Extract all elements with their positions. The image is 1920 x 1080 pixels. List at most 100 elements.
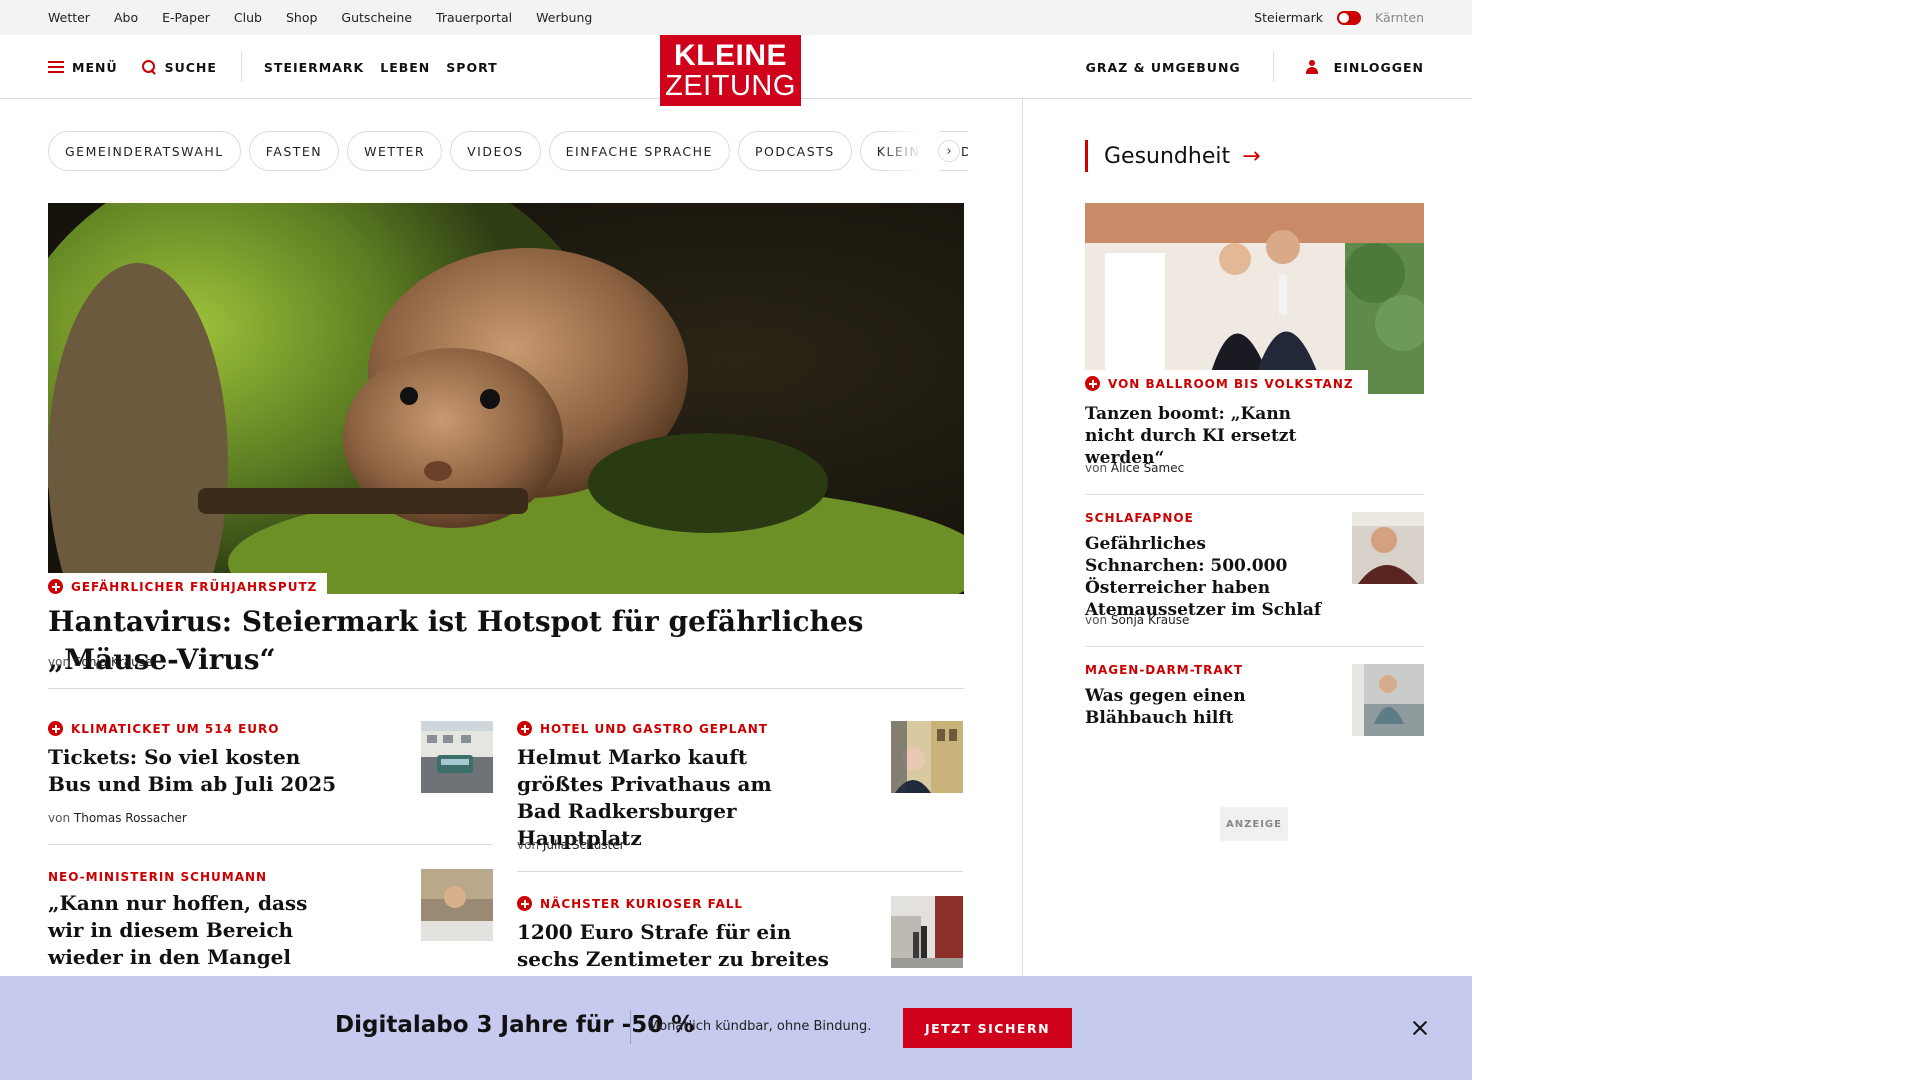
sidebar-item-thumbnail[interactable]: [1352, 664, 1424, 736]
sidebar-feature-headline[interactable]: Tanzen boomt: „Kann nicht durch KI erset…: [1085, 403, 1325, 469]
close-icon[interactable]: [1408, 1016, 1432, 1040]
promo-divider: [630, 1010, 631, 1044]
sidebar-item-kicker: SCHLAFAPNOE: [1085, 511, 1194, 525]
article-kicker: NÄCHSTER KURIOSER FALL: [517, 896, 743, 911]
divider: [517, 871, 963, 872]
pill-fasten[interactable]: FASTEN: [248, 131, 340, 171]
header-left: MENÜ SUCHE STEIERMARK LEBEN SPORT: [48, 35, 514, 99]
byline-prefix: von: [48, 811, 71, 825]
article-thumbnail[interactable]: [421, 869, 493, 941]
sidebar-feature-kicker-text: VON BALLROOM BIS VOLKSTANZ: [1108, 376, 1354, 391]
section-title: Gesundheit: [1104, 143, 1231, 169]
promo-subtitle: Monatlich kündbar, ohne Bindung.: [648, 1019, 872, 1034]
pill-wetter[interactable]: WETTER: [347, 131, 443, 171]
pills-next-button[interactable]: ›: [938, 140, 960, 162]
byline-prefix: von: [517, 838, 540, 852]
hamburger-icon: [48, 61, 64, 73]
sidebar-item-kicker: MAGEN-DARM-TRAKT: [1085, 663, 1243, 677]
pill-einfache-sprache[interactable]: EINFACHE SPRACHE: [548, 131, 730, 171]
byline-prefix: von: [1085, 613, 1108, 627]
search-label: SUCHE: [164, 59, 217, 75]
article-thumbnail[interactable]: [421, 721, 493, 793]
sidebar-item-kicker-text: SCHLAFAPNOE: [1085, 511, 1194, 525]
ad-label: ANZEIGE: [1220, 807, 1288, 841]
pill-videos[interactable]: VIDEOS: [450, 131, 541, 171]
nav-steiermark[interactable]: STEIERMARK: [264, 60, 364, 75]
header-right: GRAZ & UMGEBUNG EINLOGGEN: [1086, 35, 1424, 99]
section-header-gesundheit[interactable]: Gesundheit →: [1085, 140, 1261, 172]
logo-line-1: KLEINE: [673, 39, 787, 72]
search-button[interactable]: SUCHE: [141, 59, 217, 75]
pill-gemeinderatswahl[interactable]: GEMEINDERATSWAHL: [48, 131, 241, 171]
sidebar-feature-image[interactable]: [1085, 203, 1424, 394]
nav-leben[interactable]: LEBEN: [380, 60, 430, 75]
sidebar-item-kicker-text: MAGEN-DARM-TRAKT: [1085, 663, 1244, 677]
utility-links: Wetter Abo E-Paper Club Shop Gutscheine …: [48, 0, 616, 35]
hero-byline: von Sonja Krause: [48, 655, 152, 669]
article-thumbnail[interactable]: [891, 721, 963, 793]
sidebar-item-thumbnail[interactable]: [1352, 512, 1424, 584]
article-kicker-text: NÄCHSTER KURIOSER FALL: [540, 896, 744, 911]
blank-viewport-area: [1472, 0, 1920, 1080]
site-header: MENÜ SUCHE STEIERMARK LEBEN SPORT KLEINE…: [0, 35, 1472, 106]
plus-icon: [1085, 376, 1100, 391]
article-byline: von Julia Schuster: [517, 838, 625, 852]
article-headline[interactable]: Tickets: So viel kosten Bus und Bim ab J…: [48, 744, 338, 798]
sidebar-feature-byline: von Alice Samec: [1085, 461, 1184, 475]
divider: [48, 688, 964, 689]
util-link-werbung[interactable]: Werbung: [536, 10, 592, 25]
plus-icon: [48, 721, 63, 736]
topic-pills: GEMEINDERATSWAHL FASTEN WETTER VIDEOS EI…: [48, 131, 968, 171]
region-steiermark[interactable]: Steiermark: [1254, 10, 1323, 25]
header-divider-right: [1272, 52, 1274, 82]
divider: [48, 844, 493, 845]
util-link-gutscheine[interactable]: Gutscheine: [341, 10, 412, 25]
author-name[interactable]: Thomas Rossacher: [74, 811, 187, 825]
pill-podcasts[interactable]: PODCASTS: [737, 131, 852, 171]
pills-fade: [880, 131, 940, 171]
site-logo[interactable]: KLEINE ZEITUNG: [660, 35, 801, 106]
author-name[interactable]: Julia Schuster: [543, 838, 625, 852]
util-link-trauerportal[interactable]: Trauerportal: [436, 10, 512, 25]
promo-banner: Digitalabo 3 Jahre für -50 % Monatlich k…: [0, 976, 1472, 1080]
author-name[interactable]: Sonja Krause: [74, 655, 152, 669]
nav-graz-umgebung[interactable]: GRAZ & UMGEBUNG: [1086, 60, 1241, 75]
plus-icon: [517, 896, 532, 911]
page: Wetter Abo E-Paper Club Shop Gutscheine …: [0, 0, 1472, 1080]
menu-button[interactable]: MENÜ: [48, 60, 118, 75]
nav-sport[interactable]: SPORT: [446, 60, 497, 75]
article-headline[interactable]: Helmut Marko kauft größtes Privathaus am…: [517, 744, 817, 852]
article-kicker-text: HOTEL UND GASTRO GEPLANT: [540, 721, 768, 736]
hero-headline[interactable]: Hantavirus: Steiermark ist Hotspot für g…: [48, 603, 978, 679]
divider: [1085, 646, 1424, 647]
plus-icon: [517, 721, 532, 736]
promo-cta-button[interactable]: JETZT SICHERN: [903, 1008, 1072, 1048]
hero-kicker: GEFÄHRLICHER FRÜHJAHRSPUTZ: [48, 573, 328, 600]
article-kicker-text: KLIMATICKET UM 514 EURO: [71, 721, 280, 736]
util-link-wetter[interactable]: Wetter: [48, 10, 90, 25]
article-kicker: HOTEL UND GASTRO GEPLANT: [517, 721, 768, 736]
util-link-epaper[interactable]: E-Paper: [162, 10, 210, 25]
util-link-abo[interactable]: Abo: [114, 10, 138, 25]
article-kicker: NEO-MINISTERIN SCHUMANN: [48, 870, 267, 884]
hero-image[interactable]: [48, 203, 964, 594]
user-icon: [1305, 60, 1318, 74]
region-kaernten[interactable]: Kärnten: [1375, 10, 1424, 25]
arrow-right-icon: →: [1242, 143, 1261, 169]
util-link-club[interactable]: Club: [234, 10, 262, 25]
article-kicker: KLIMATICKET UM 514 EURO: [48, 721, 280, 736]
login-button[interactable]: EINLOGGEN: [1305, 60, 1424, 75]
sidebar-item-byline: von Sonja Krause: [1085, 613, 1189, 627]
sidebar-item-headline[interactable]: Gefährliches Schnarchen: 500.000 Österre…: [1085, 533, 1330, 621]
article-kicker-text: NEO-MINISTERIN SCHUMANN: [48, 870, 268, 884]
divider: [1085, 494, 1424, 495]
util-link-shop[interactable]: Shop: [286, 10, 317, 25]
author-name[interactable]: Sonja Krause: [1111, 613, 1189, 627]
search-icon: [141, 59, 157, 75]
article-thumbnail[interactable]: [891, 896, 963, 968]
sidebar-item-headline[interactable]: Was gegen einen Blähbauch hilft: [1085, 685, 1285, 729]
sidebar-feature-kicker: VON BALLROOM BIS VOLKSTANZ: [1085, 370, 1368, 397]
plus-icon: [48, 579, 63, 594]
author-name[interactable]: Alice Samec: [1111, 461, 1184, 475]
region-toggle[interactable]: [1337, 10, 1361, 25]
